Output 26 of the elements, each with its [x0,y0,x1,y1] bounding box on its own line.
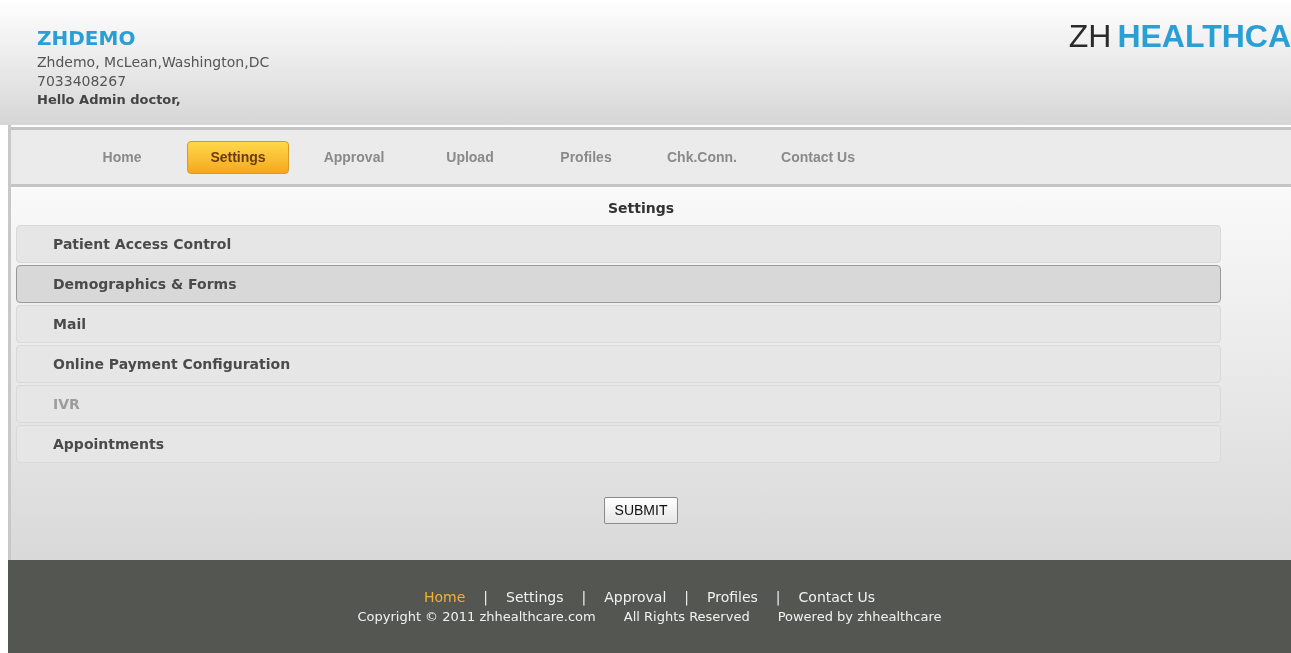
clinic-name: ZHDEMO [37,25,137,51]
footer-link[interactable]: Approval [604,588,667,606]
footer-link[interactable]: Contact Us [798,588,876,606]
greeting: Hello Admin doctor, [37,91,182,109]
settings-section-header[interactable]: Patient Access Control [16,225,1221,263]
rights-text: All Rights Reserved [623,608,750,626]
footer-link[interactable]: Home [423,588,466,606]
copyright-text: Copyright © 2011 zhhealthcare.com [357,608,596,626]
separator: | [684,588,689,606]
settings-section-header[interactable]: Demographics & Forms [16,265,1221,303]
logo: ZH HEALTHCA [1068,17,1291,56]
page-title: Settings [607,199,675,218]
settings-section-header[interactable]: Mail [16,305,1221,343]
settings-section-header[interactable]: Appointments [16,425,1221,463]
separator: | [483,588,489,606]
settings-section-header[interactable]: Online Payment Configuration [16,345,1221,383]
footer-link[interactable]: Settings [506,588,564,606]
separator: | [775,588,781,606]
clinic-phone: 7033408267 [37,72,128,91]
clinic-address: Zhdemo, McLean,Washington,DC [37,53,270,72]
footer-link[interactable]: Profiles [707,588,758,606]
separator: | [581,588,587,606]
settings-section-header: IVR [16,385,1221,423]
submit-button[interactable]: SUBMIT [603,497,679,524]
nav-tab[interactable]: Settings [187,140,289,174]
powered-by-text: Powered by zhhealthcare [777,608,942,626]
